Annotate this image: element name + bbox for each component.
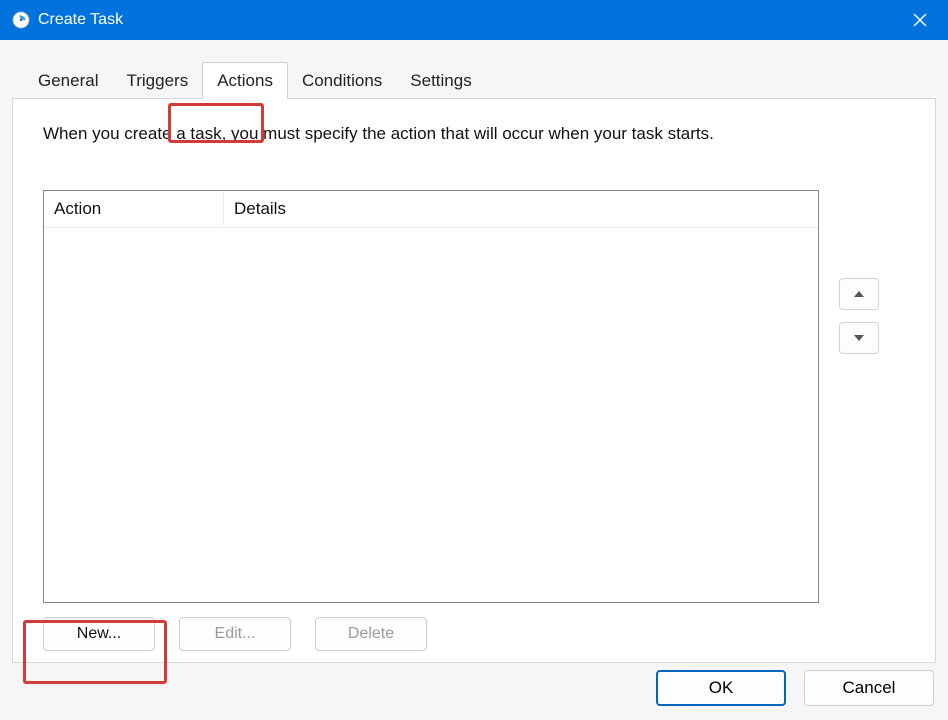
actions-list-wrap: Action Details: [43, 190, 905, 603]
instruction-text: When you create a task, you must specify…: [43, 124, 905, 144]
tab-conditions[interactable]: Conditions: [288, 63, 396, 98]
actions-table-body[interactable]: [44, 227, 818, 602]
window-title: Create Task: [38, 11, 123, 29]
title-bar: Create Task: [0, 0, 948, 40]
actions-table[interactable]: Action Details: [43, 190, 819, 603]
tabpage-actions: When you create a task, you must specify…: [12, 98, 936, 663]
move-up-button[interactable]: [839, 278, 879, 310]
chevron-down-icon: [854, 335, 864, 341]
tab-strip: General Triggers Actions Conditions Sett…: [0, 40, 948, 98]
reorder-buttons: [839, 278, 879, 354]
close-icon: [913, 13, 927, 27]
tab-triggers[interactable]: Triggers: [112, 63, 202, 98]
actions-table-header: Action Details: [44, 191, 818, 227]
column-header-details[interactable]: Details: [224, 193, 818, 225]
chevron-up-icon: [854, 291, 864, 297]
new-button[interactable]: New...: [43, 617, 155, 651]
dialog-buttons: OK Cancel: [656, 670, 934, 706]
move-down-button[interactable]: [839, 322, 879, 354]
app-icon: [12, 11, 30, 29]
action-row-buttons: New... Edit... Delete: [43, 617, 905, 651]
delete-button[interactable]: Delete: [315, 617, 427, 651]
tab-actions[interactable]: Actions: [202, 62, 288, 99]
close-button[interactable]: [892, 0, 948, 40]
window-body: General Triggers Actions Conditions Sett…: [0, 40, 948, 720]
tab-settings[interactable]: Settings: [396, 63, 485, 98]
cancel-button[interactable]: Cancel: [804, 670, 934, 706]
tab-general[interactable]: General: [24, 63, 112, 98]
column-header-action[interactable]: Action: [44, 193, 224, 225]
edit-button[interactable]: Edit...: [179, 617, 291, 651]
ok-button[interactable]: OK: [656, 670, 786, 706]
